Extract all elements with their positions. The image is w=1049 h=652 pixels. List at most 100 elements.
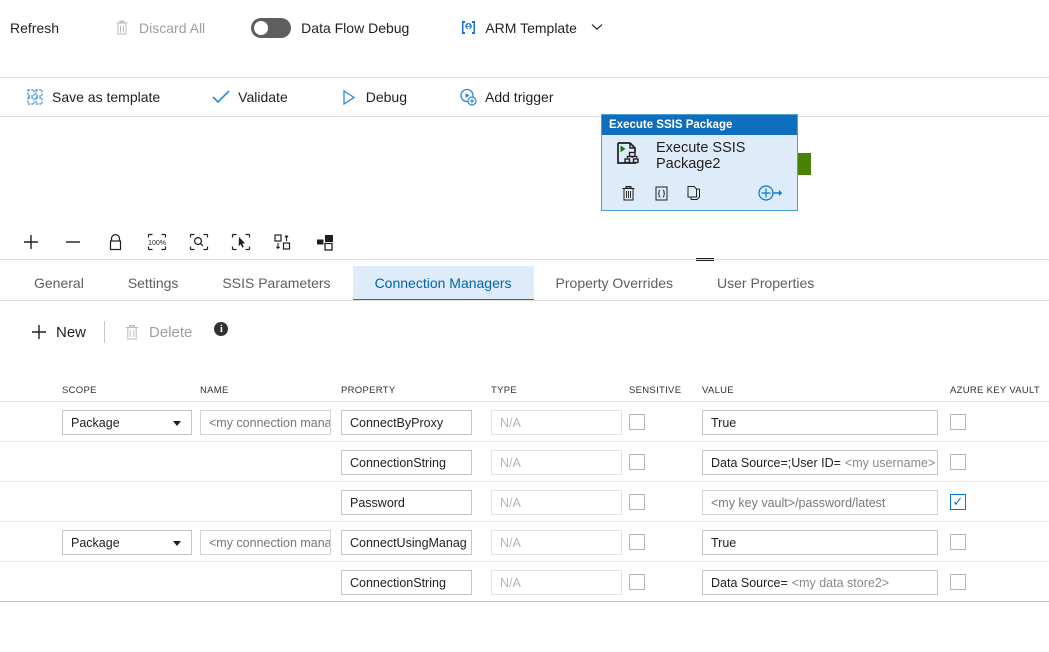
node-delete-icon[interactable]	[614, 181, 642, 205]
azure-key-vault-checkbox[interactable]	[950, 574, 966, 590]
property-input[interactable]: Password	[341, 490, 472, 515]
sensitive-checkbox[interactable]	[629, 494, 645, 510]
new-button[interactable]: New	[30, 323, 86, 341]
delete-trash-icon	[123, 323, 141, 341]
tab-settings[interactable]: Settings	[106, 266, 201, 301]
azure-key-vault-checkbox[interactable]: ✓	[950, 494, 966, 510]
sensitive-checkbox[interactable]	[629, 414, 645, 430]
value-input[interactable]: True	[702, 530, 938, 555]
pipeline-canvas[interactable]: Execute SSIS Package Execute SSIS Packag…	[0, 117, 1049, 225]
data-flow-debug-toggle[interactable]: Data Flow Debug	[243, 18, 417, 38]
cell-scope: Package	[62, 530, 192, 555]
cell-property: ConnectionString	[341, 570, 472, 595]
cell-azure-key-vault	[950, 454, 966, 470]
type-input[interactable]: N/A	[491, 410, 622, 435]
chevron-down-icon	[173, 421, 181, 426]
tab-general[interactable]: General	[12, 266, 106, 301]
arm-template-button[interactable]: ARM Template	[449, 12, 613, 44]
node-clone-icon[interactable]	[680, 181, 708, 205]
zoom-100-icon[interactable]: 100%	[144, 229, 170, 255]
sensitive-checkbox[interactable]	[629, 534, 645, 550]
add-trigger-button[interactable]: Add trigger	[459, 88, 553, 106]
cell-property: Password	[341, 490, 472, 515]
scope-select[interactable]: Package	[62, 530, 192, 555]
table-header-row: SCOPE NAME PROPERTY TYPE SENSITIVE VALUE…	[0, 378, 1049, 402]
tab-ssis-parameters[interactable]: SSIS Parameters	[200, 266, 352, 301]
azure-key-vault-checkbox[interactable]	[950, 534, 966, 550]
validate-button[interactable]: Validate	[212, 88, 288, 106]
node-header: Execute SSIS Package	[602, 115, 797, 135]
auto-align-icon[interactable]	[270, 229, 296, 255]
value-input[interactable]: <my key vault>/password/latest	[702, 490, 938, 515]
type-input[interactable]: N/A	[491, 490, 622, 515]
value-input[interactable]: True	[702, 410, 938, 435]
value-input[interactable]: Data Source=;User ID= <my username>	[702, 450, 938, 475]
cell-value: Data Source= <my data store2>	[702, 570, 938, 595]
value-text: Data Source=	[711, 576, 788, 590]
new-label: New	[56, 324, 86, 341]
trash-icon	[113, 19, 131, 37]
azure-key-vault-checkbox[interactable]	[950, 414, 966, 430]
cell-type: N/A	[491, 450, 622, 475]
lock-icon[interactable]	[102, 229, 128, 255]
discard-all-button[interactable]: Discard All	[103, 12, 215, 44]
canvas-zoom-toolbar: 100%	[0, 225, 1049, 259]
chevron-down-icon[interactable]	[591, 22, 603, 34]
cell-type: N/A	[491, 570, 622, 595]
scope-select[interactable]: Package	[62, 410, 192, 435]
cell-azure-key-vault	[950, 534, 966, 550]
name-input[interactable]: <my connection manager	[200, 410, 331, 435]
name-input[interactable]: <my connection manager	[200, 530, 331, 555]
tab-user-properties[interactable]: User Properties	[695, 266, 836, 301]
execute-ssis-package-node[interactable]: Execute SSIS Package Execute SSIS Packag…	[601, 114, 798, 211]
save-as-template-button[interactable]: Save as template	[26, 88, 160, 106]
cell-property: ConnectByProxy	[341, 410, 472, 435]
refresh-label: Refresh	[10, 20, 59, 36]
property-input[interactable]: ConnectionString	[341, 570, 472, 595]
scope-select-value: Package	[71, 416, 120, 430]
zoom-to-fit-icon[interactable]	[186, 229, 212, 255]
property-input[interactable]: ConnectionString	[341, 450, 472, 475]
node-status-indicator	[797, 153, 811, 175]
debug-button[interactable]: Debug	[340, 88, 407, 106]
tab-property-overrides[interactable]: Property Overrides	[534, 266, 695, 301]
type-input[interactable]: N/A	[491, 530, 622, 555]
cell-value: <my key vault>/password/latest	[702, 490, 938, 515]
sensitive-checkbox[interactable]	[629, 574, 645, 590]
cell-type: N/A	[491, 490, 622, 515]
minimap-icon[interactable]	[312, 229, 338, 255]
cell-scope: Package	[62, 410, 192, 435]
type-input[interactable]: N/A	[491, 570, 622, 595]
tab-property-overrides-label: Property Overrides	[556, 275, 673, 291]
cell-type: N/A	[491, 410, 622, 435]
value-text: True	[711, 536, 736, 550]
properties-tabs: General Settings SSIS Parameters Connect…	[0, 266, 1049, 301]
delete-label: Delete	[149, 324, 192, 341]
select-tool-icon[interactable]	[228, 229, 254, 255]
validate-label: Validate	[238, 89, 288, 105]
cell-property: ConnectionString	[341, 450, 472, 475]
value-input[interactable]: Data Source= <my data store2>	[702, 570, 938, 595]
property-input[interactable]: ConnectByProxy	[341, 410, 472, 435]
zoom-out-icon[interactable]	[60, 229, 86, 255]
tab-connection-managers[interactable]: Connection Managers	[353, 266, 534, 301]
sensitive-checkbox[interactable]	[629, 454, 645, 470]
play-icon	[340, 88, 358, 106]
azure-key-vault-checkbox[interactable]	[950, 454, 966, 470]
cell-sensitive	[629, 414, 645, 430]
top-toolbar: Refresh Discard All Data Flow Debug	[0, 0, 1049, 55]
svg-text:100%: 100%	[148, 240, 166, 247]
refresh-button[interactable]: Refresh	[0, 12, 69, 44]
node-add-output-icon[interactable]	[757, 181, 785, 205]
type-input[interactable]: N/A	[491, 450, 622, 475]
toggle-switch[interactable]	[251, 18, 291, 38]
info-icon[interactable]: i	[214, 322, 228, 336]
delete-button[interactable]: Delete	[123, 323, 192, 341]
cell-azure-key-vault	[950, 414, 966, 430]
save-as-template-icon	[26, 88, 44, 106]
cell-value: Data Source=;User ID= <my username>	[702, 450, 938, 475]
arm-template-label: ARM Template	[485, 20, 577, 36]
property-input[interactable]: ConnectUsingManag	[341, 530, 472, 555]
zoom-in-icon[interactable]	[18, 229, 44, 255]
node-code-icon[interactable]	[647, 181, 675, 205]
